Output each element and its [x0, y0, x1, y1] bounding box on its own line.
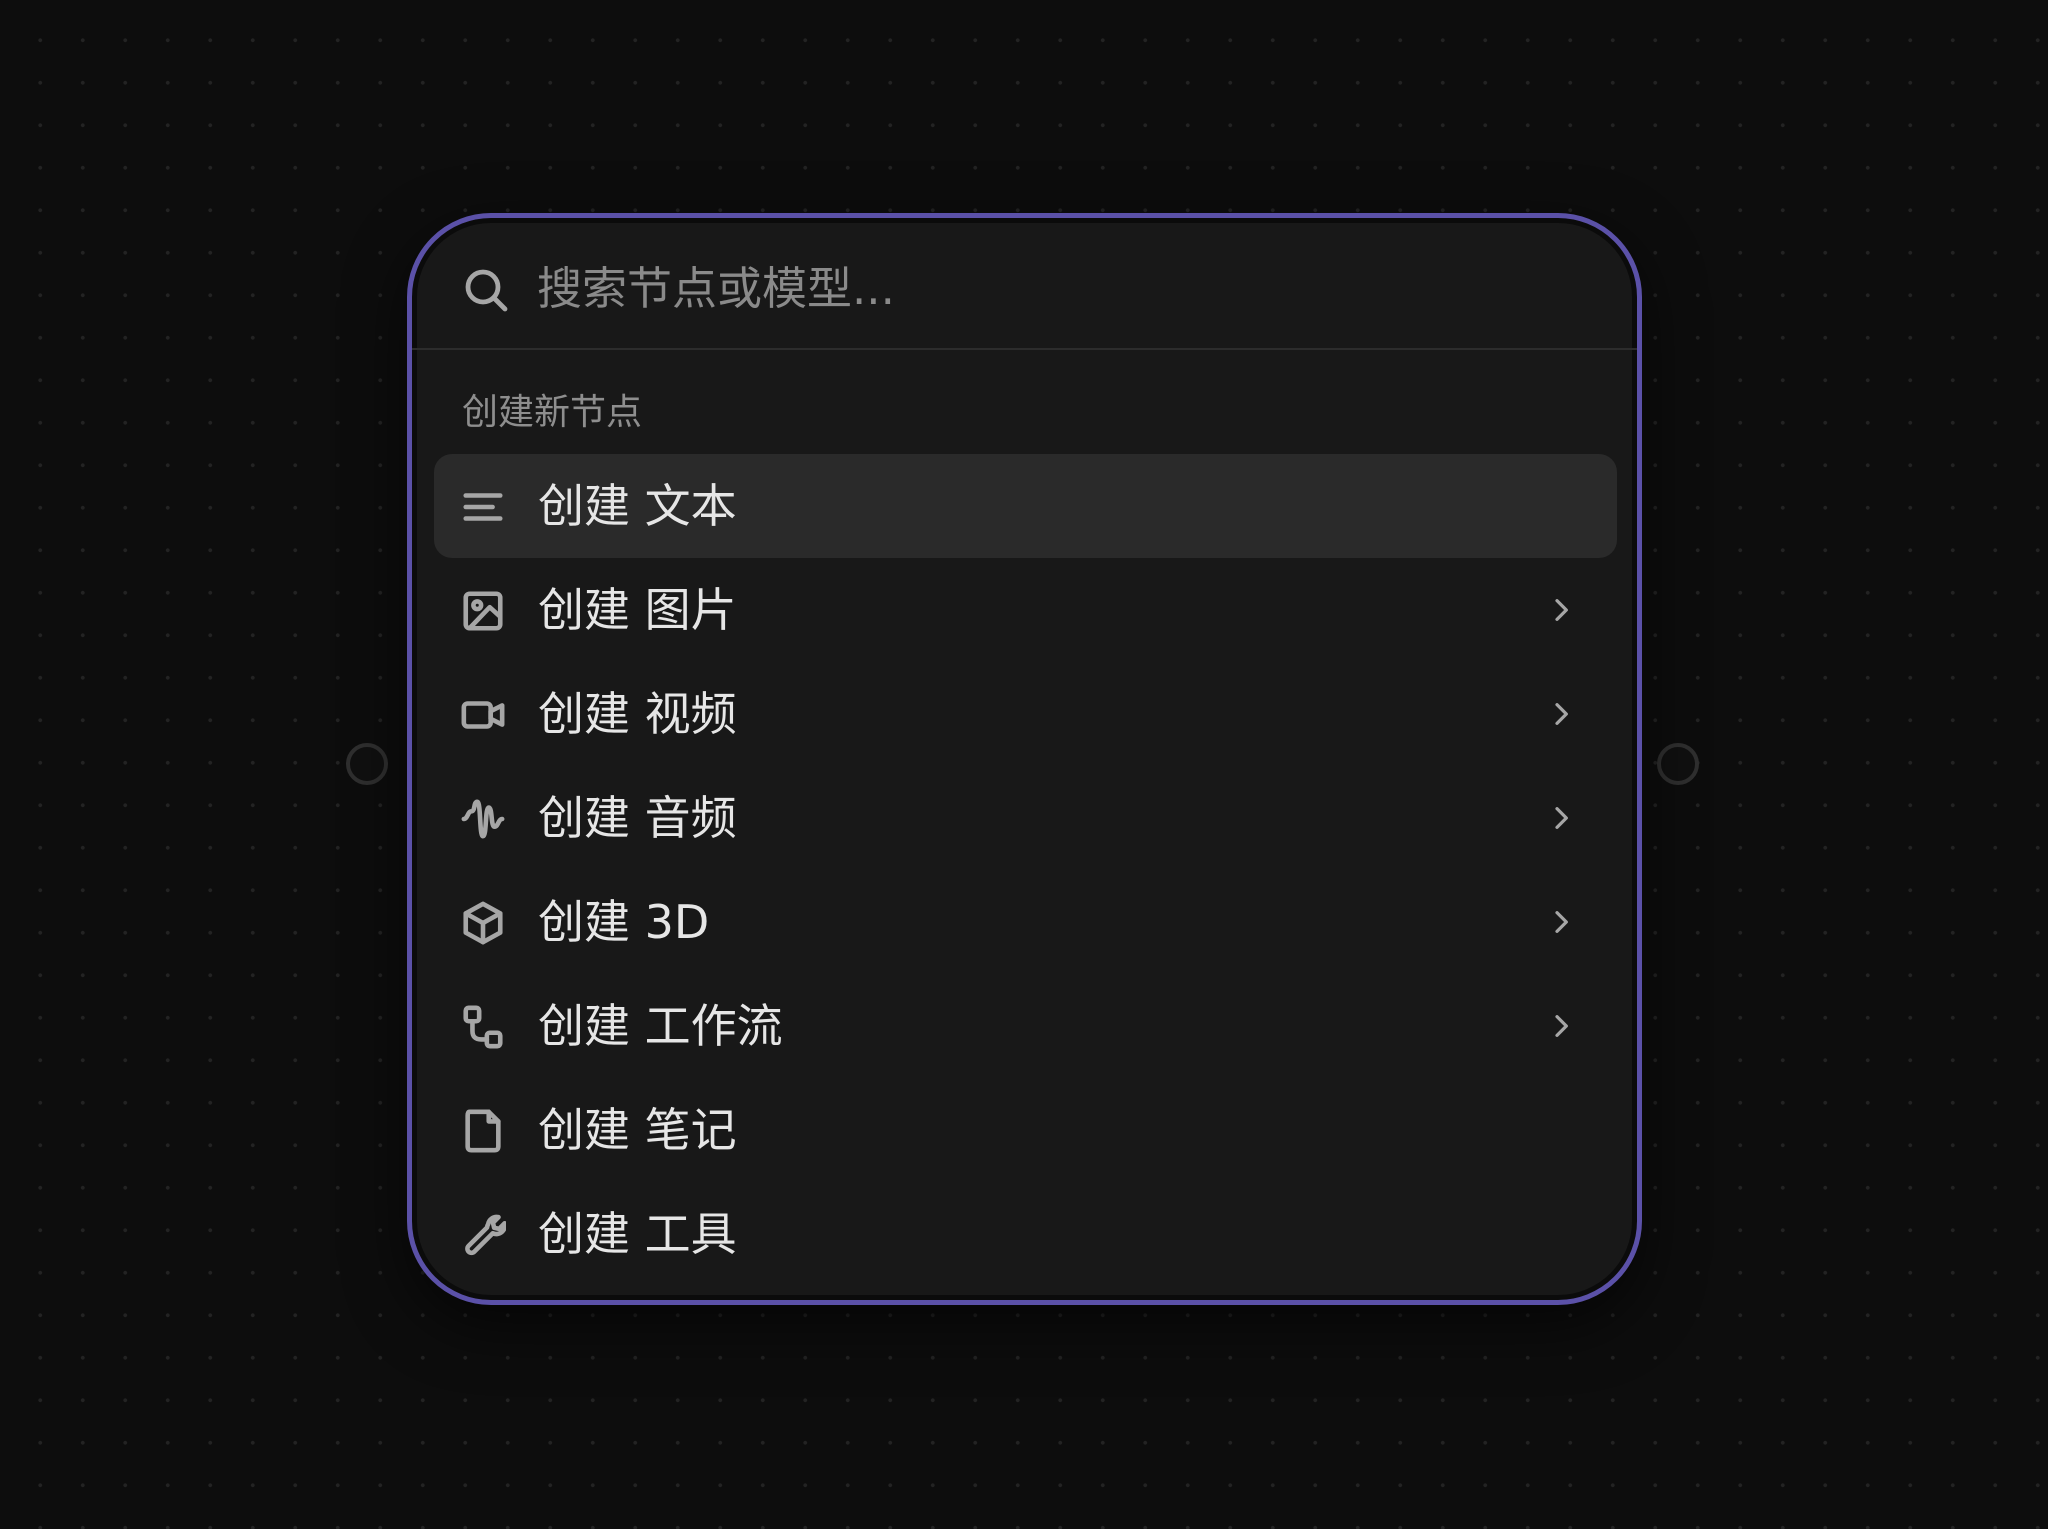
input-port-handle[interactable] [346, 743, 388, 785]
chevron-right-icon [1545, 802, 1577, 834]
menu-item-create-tool[interactable]: 创建 工具 [434, 1182, 1617, 1286]
create-node-popup: 创建新节点 创建 文本 [407, 213, 1642, 1305]
search-input[interactable] [537, 258, 1437, 318]
menu-item-create-audio[interactable]: 创建 音频 [434, 766, 1617, 870]
text-lines-icon [460, 484, 506, 530]
chevron-right-icon [1545, 1010, 1577, 1042]
menu-item-label: 创建 视频 [538, 687, 737, 741]
video-camera-icon [460, 692, 506, 738]
chevron-right-icon [1545, 594, 1577, 626]
image-icon [460, 588, 506, 634]
node-type-menu: 创建 文本 创建 图片 创建 视频 创建 音频 创建 3D 创建 工作流 创建 … [434, 454, 1617, 1286]
search-bar [412, 218, 1637, 350]
cube-icon [460, 900, 506, 946]
node-canvas[interactable]: 创建新节点 创建 文本 [0, 0, 2048, 1529]
menu-item-label: 创建 工具 [538, 1207, 737, 1261]
menu-item-label: 创建 音频 [538, 791, 737, 845]
menu-item-create-note[interactable]: 创建 笔记 [434, 1078, 1617, 1182]
menu-item-label: 创建 笔记 [538, 1103, 737, 1157]
audio-wave-icon [460, 796, 506, 842]
search-icon [462, 266, 510, 314]
menu-item-create-3d[interactable]: 创建 3D [434, 870, 1617, 974]
output-port-handle[interactable] [1657, 743, 1699, 785]
chevron-right-icon [1545, 698, 1577, 730]
menu-item-label: 创建 工作流 [538, 999, 783, 1053]
menu-item-label: 创建 文本 [538, 479, 737, 533]
workflow-icon [460, 1004, 506, 1050]
menu-item-create-workflow[interactable]: 创建 工作流 [434, 974, 1617, 1078]
note-icon [460, 1108, 506, 1154]
chevron-right-icon [1545, 906, 1577, 938]
menu-item-create-text[interactable]: 创建 文本 [434, 454, 1617, 558]
wrench-icon [460, 1212, 508, 1258]
menu-item-create-image[interactable]: 创建 图片 [434, 558, 1617, 662]
menu-item-create-video[interactable]: 创建 视频 [434, 662, 1617, 766]
menu-item-label: 创建 图片 [538, 583, 737, 637]
menu-item-label: 创建 3D [538, 895, 710, 949]
section-heading: 创建新节点 [462, 392, 643, 433]
